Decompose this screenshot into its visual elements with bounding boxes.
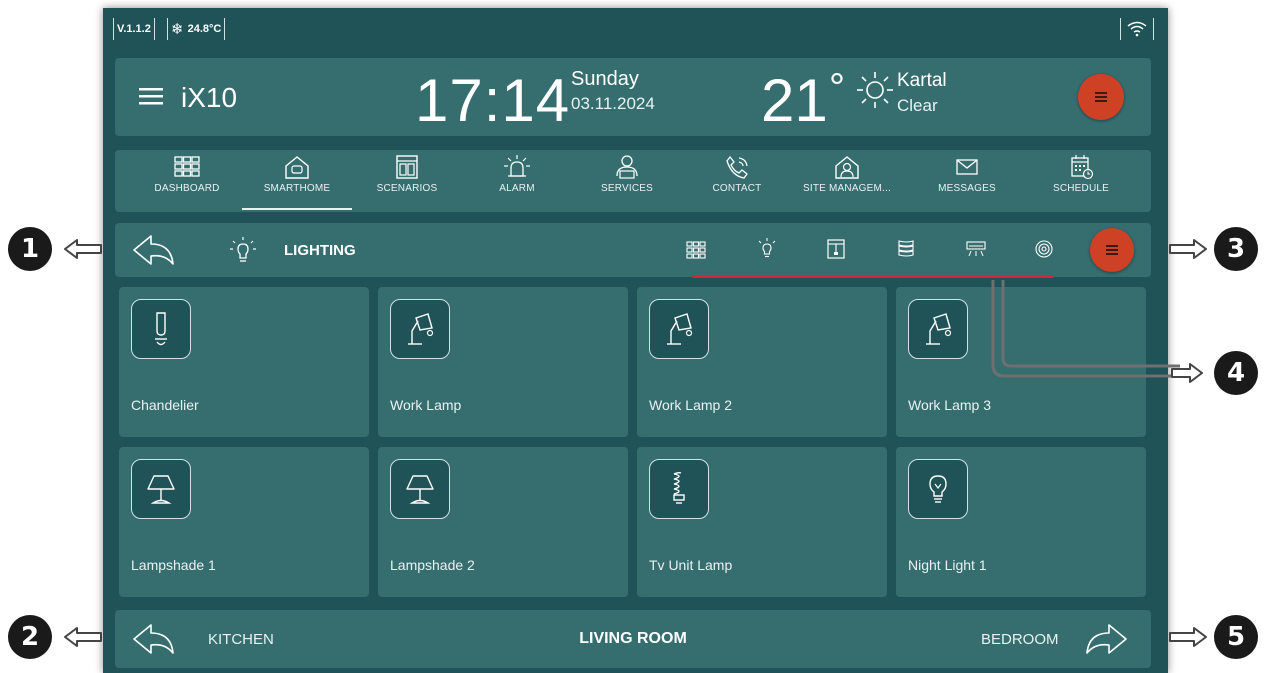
callout-3: 3 xyxy=(1214,227,1258,271)
callout-4: 4 xyxy=(1214,351,1258,395)
left-arrow-icon xyxy=(64,627,102,647)
right-arrow-icon xyxy=(1171,363,1203,383)
left-arrow-icon xyxy=(64,239,102,259)
callout-connector-4 xyxy=(991,280,1180,378)
stage: V.1.1.2 ❄ 24.8°C iX10 17:14 Sunday 03.11… xyxy=(0,0,1267,673)
callout-2: 2 xyxy=(8,615,52,659)
right-arrow-icon xyxy=(1169,627,1207,647)
right-arrow-icon xyxy=(1169,239,1207,259)
callout-1: 1 xyxy=(8,227,52,271)
callout-5: 5 xyxy=(1214,615,1258,659)
